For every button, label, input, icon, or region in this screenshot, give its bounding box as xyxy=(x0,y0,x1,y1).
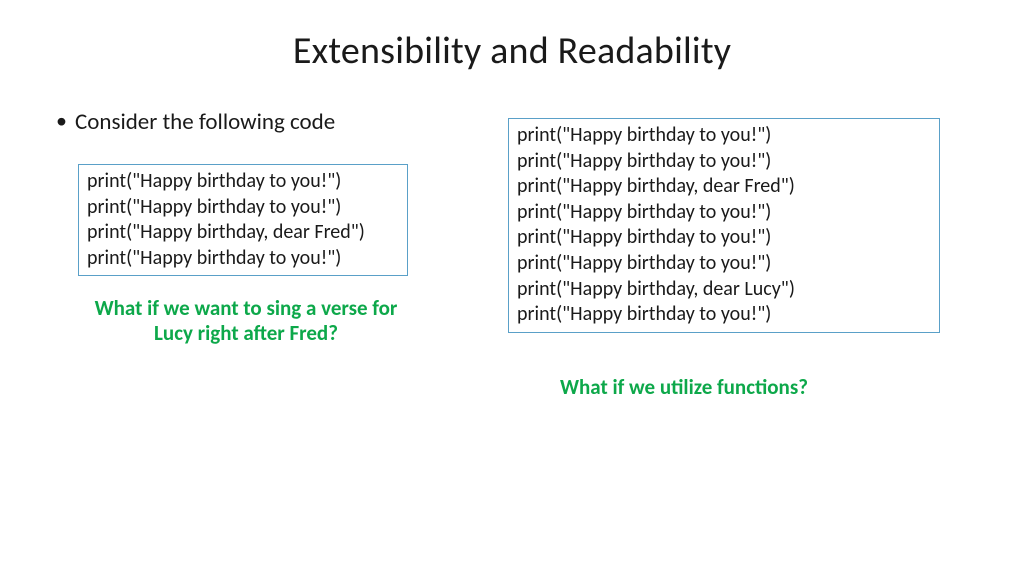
bullet-item: • Consider the following code xyxy=(56,108,335,136)
bullet-text: Consider the following code xyxy=(75,108,335,136)
code-line: print("Happy birthday to you!") xyxy=(517,200,931,226)
code-line: print("Happy birthday to you!") xyxy=(517,149,931,175)
code-block-right: print("Happy birthday to you!") print("H… xyxy=(508,118,940,333)
prompt-left: What if we want to sing a verse for Lucy… xyxy=(72,296,420,346)
prompt-left-line2: Lucy right after Fred? xyxy=(154,320,338,346)
slide: Extensibility and Readability • Consider… xyxy=(0,0,1024,576)
code-line: print("Happy birthday, dear Lucy") xyxy=(517,277,931,303)
prompt-right: What if we utilize functions? xyxy=(560,374,808,400)
bullet-dot: • xyxy=(56,110,67,132)
code-line: print("Happy birthday to you!") xyxy=(87,246,399,272)
code-block-left: print("Happy birthday to you!") print("H… xyxy=(78,164,408,276)
code-line: print("Happy birthday to you!") xyxy=(517,123,931,149)
code-line: print("Happy birthday to you!") xyxy=(517,251,931,277)
code-line: print("Happy birthday, dear Fred") xyxy=(517,174,931,200)
prompt-left-line1: What if we want to sing a verse for xyxy=(95,295,398,321)
code-line: print("Happy birthday, dear Fred") xyxy=(87,220,399,246)
code-line: print("Happy birthday to you!") xyxy=(87,169,399,195)
code-line: print("Happy birthday to you!") xyxy=(87,195,399,221)
code-line: print("Happy birthday to you!") xyxy=(517,225,931,251)
page-title: Extensibility and Readability xyxy=(0,28,1024,74)
code-line: print("Happy birthday to you!") xyxy=(517,302,931,328)
